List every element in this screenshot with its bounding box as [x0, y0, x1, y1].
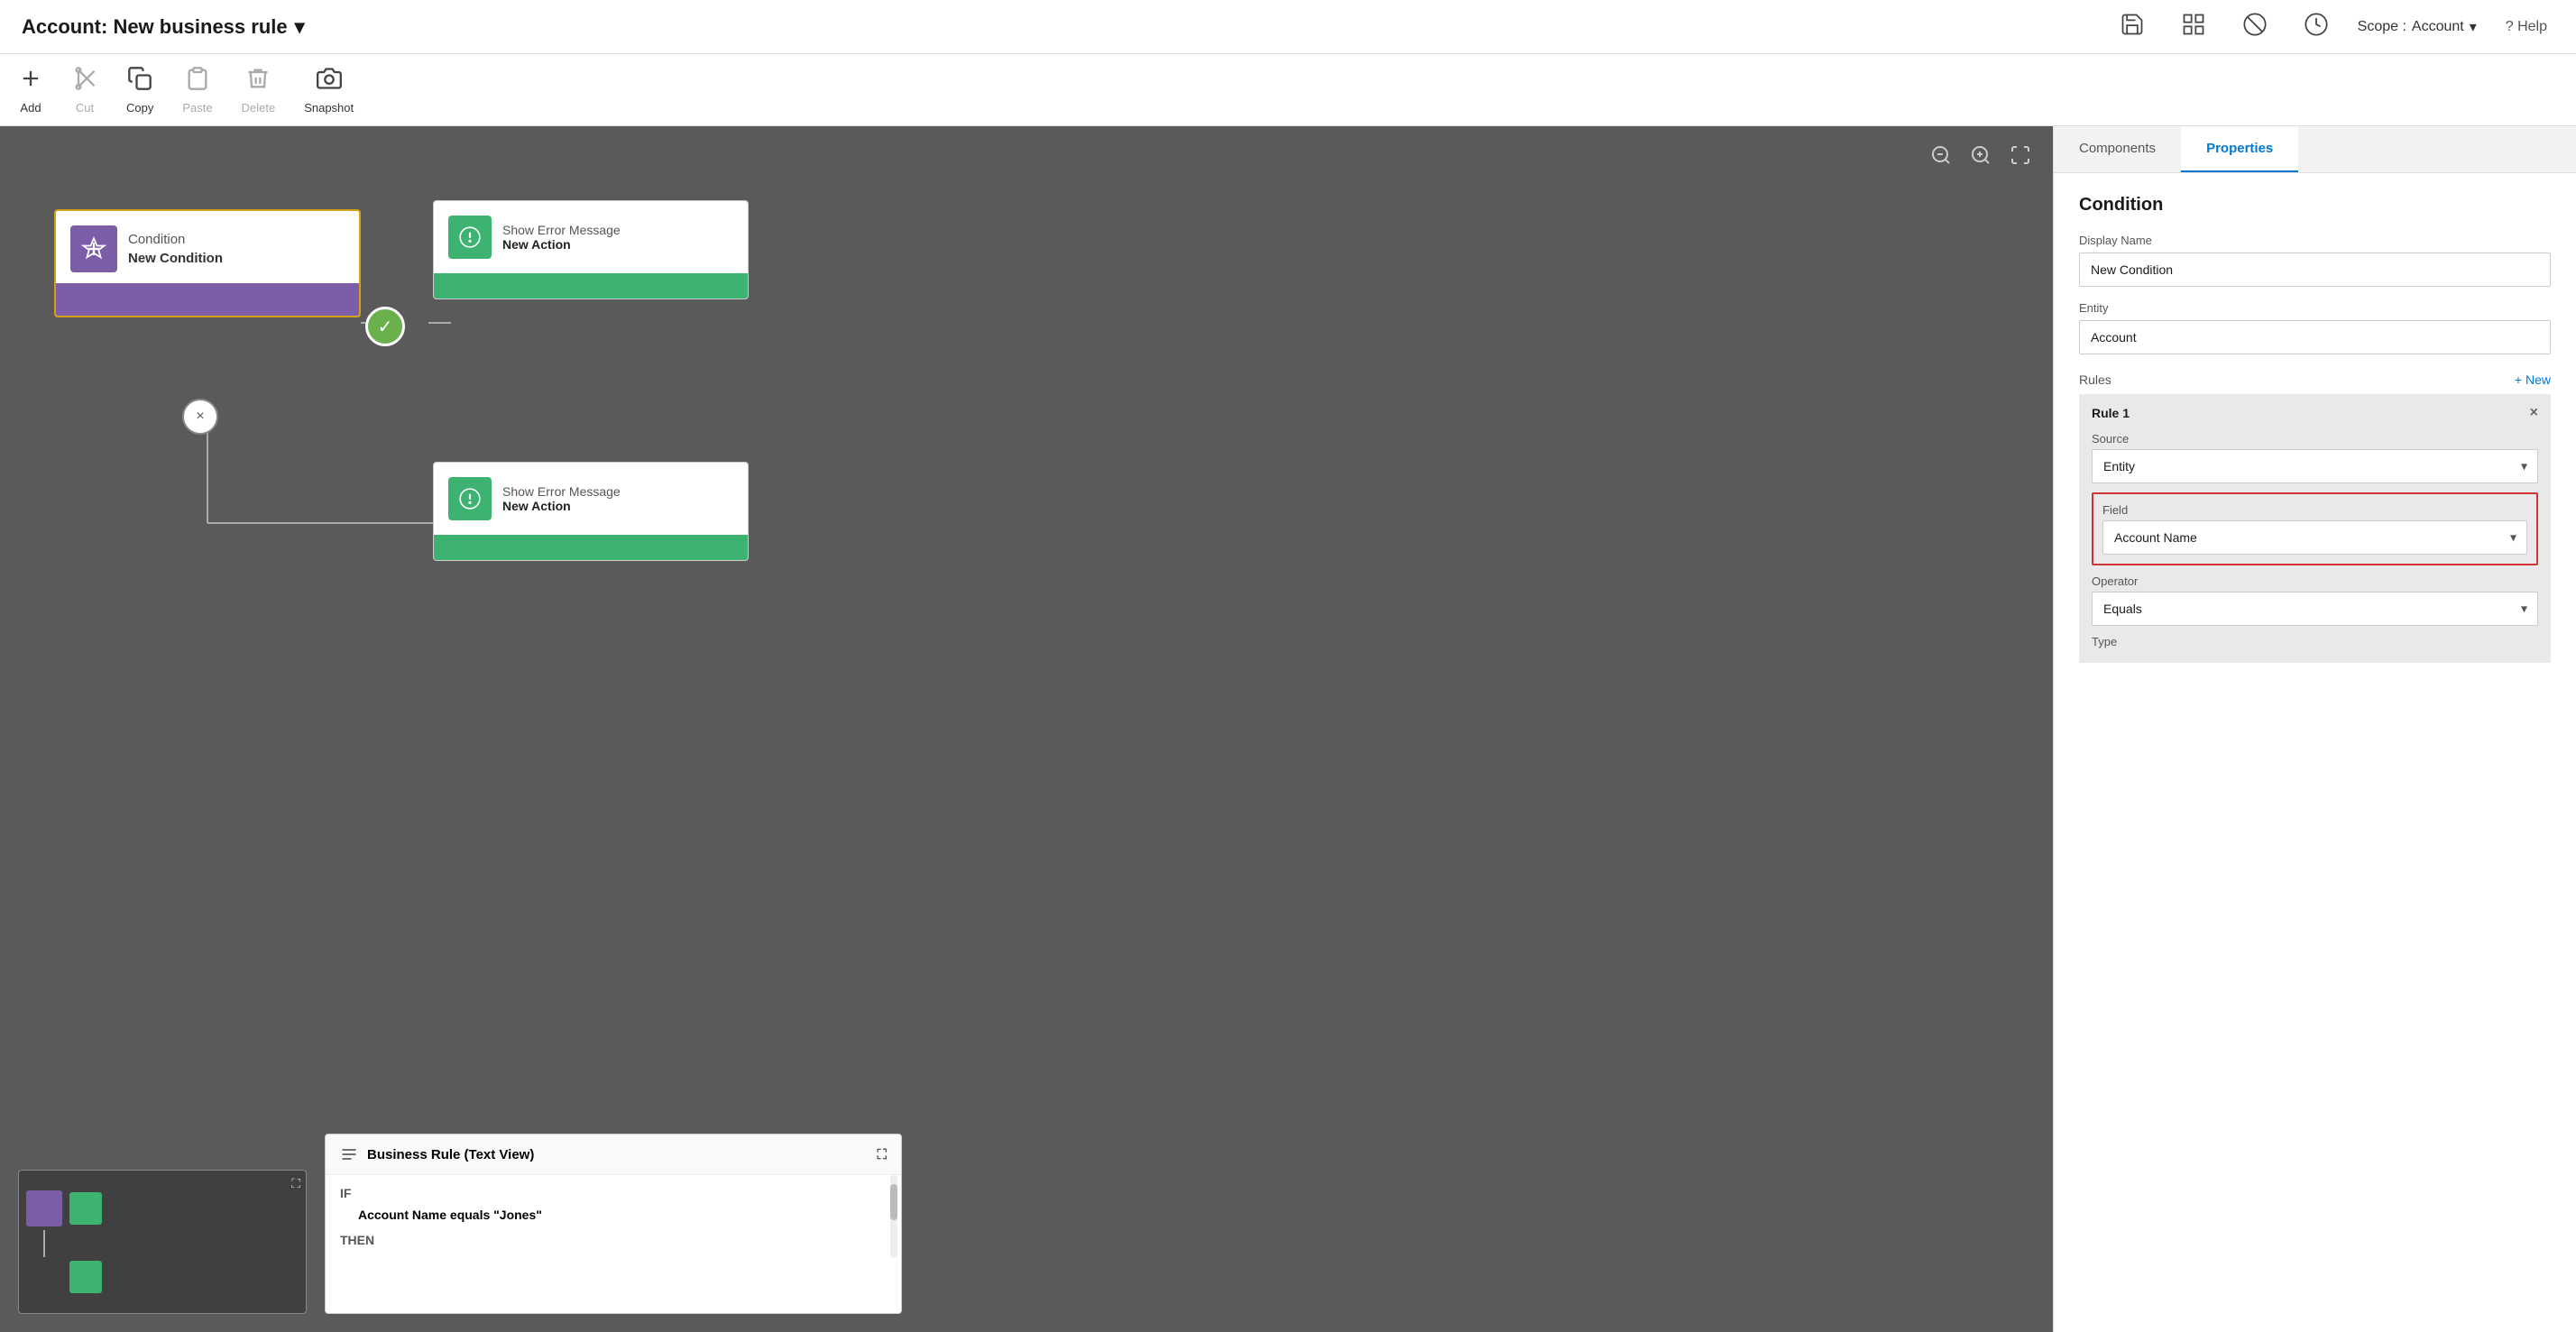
field-label-inner: Field	[2102, 503, 2527, 517]
canvas-area[interactable]: Condition New Condition ✓ ×	[0, 126, 2053, 1332]
if-label: IF	[340, 1186, 351, 1200]
save-icon[interactable]	[2112, 8, 2152, 45]
copy-icon	[127, 66, 152, 97]
cut-icon	[72, 66, 97, 97]
condition-node[interactable]: Condition New Condition	[54, 209, 361, 317]
action-node-top-header: Show Error Message New Action	[434, 201, 748, 273]
type-label: Type	[2092, 635, 2538, 648]
source-label: Source	[2092, 432, 2538, 446]
mini-map-expand-icon[interactable]: ⛶	[291, 1176, 300, 1191]
help-button[interactable]: ? Help	[2498, 15, 2554, 39]
condition-icon	[70, 225, 117, 272]
right-panel: Components Properties Condition Display …	[2053, 126, 2576, 1332]
mini-map: ⛶	[18, 1170, 307, 1314]
operator-label: Operator	[2092, 574, 2538, 588]
manage-icon[interactable]	[2174, 8, 2213, 45]
scope-label: Scope :	[2358, 19, 2406, 35]
close-circle[interactable]: ×	[182, 399, 218, 435]
condition-type: Condition	[128, 230, 223, 249]
new-rule-link[interactable]: + New	[2515, 372, 2551, 387]
text-view-header: Business Rule (Text View) ⛶	[326, 1134, 901, 1175]
action-top-icon	[448, 216, 492, 259]
rules-header: Rules + New	[2079, 372, 2551, 387]
title-bar-left: Account: New business rule ▾	[22, 15, 305, 39]
rule-text: Account Name equals "Jones"	[358, 1208, 542, 1222]
mini-action-top	[69, 1192, 102, 1225]
condition-text: Condition New Condition	[128, 230, 223, 268]
title-bar-right: Scope : Account ▾ ? Help	[2112, 8, 2554, 45]
entity-label: Entity	[2079, 301, 2551, 315]
source-select[interactable]: Entity Value Formula	[2092, 449, 2538, 483]
snapshot-icon	[317, 66, 342, 97]
panel-content: Condition Display Name Entity Rules + Ne…	[2054, 173, 2576, 1332]
history-icon[interactable]	[2296, 8, 2336, 45]
add-button[interactable]: Add	[18, 66, 43, 115]
snapshot-button[interactable]: Snapshot	[304, 66, 354, 115]
rule-card-header: Rule 1 ×	[2092, 405, 2538, 421]
copy-button[interactable]: Copy	[126, 66, 153, 115]
tab-components[interactable]: Components	[2054, 126, 2181, 172]
check-circle: ✓	[365, 307, 405, 346]
deactivate-icon[interactable]	[2235, 8, 2275, 45]
action-bottom-icon	[448, 477, 492, 520]
action-top-type: Show Error Message	[502, 223, 621, 237]
action-node-top[interactable]: Show Error Message New Action	[433, 200, 749, 299]
condition-node-header: Condition New Condition	[56, 211, 359, 283]
rules-label: Rules	[2079, 372, 2111, 387]
zoom-out-button[interactable]	[1927, 141, 1955, 175]
display-name-input[interactable]	[2079, 253, 2551, 287]
paste-button[interactable]: Paste	[182, 66, 212, 115]
cut-button[interactable]: Cut	[72, 66, 97, 115]
field-highlighted-section: Field Account Name Account Number Email	[2092, 492, 2538, 565]
condition-node-bar	[56, 283, 359, 316]
rule-close-button[interactable]: ×	[2530, 405, 2538, 421]
action-top-text: Show Error Message New Action	[502, 223, 621, 252]
action-top-name: New Action	[502, 237, 621, 252]
scope-area[interactable]: Scope : Account ▾	[2358, 18, 2477, 36]
source-select-wrapper: Entity Value Formula	[2092, 449, 2538, 483]
text-view-panel: Business Rule (Text View) ⛶ IF Account N…	[325, 1134, 902, 1314]
then-label: THEN	[340, 1233, 374, 1247]
rule-label: Rule 1	[2092, 406, 2130, 420]
action-top-bar	[434, 273, 748, 299]
action-bottom-bar	[434, 535, 748, 560]
entity-input[interactable]	[2079, 320, 2551, 354]
title-bar: Account: New business rule ▾ Scope : Acc…	[0, 0, 2576, 54]
title-dropdown-icon[interactable]: ▾	[295, 15, 305, 39]
action-bottom-name: New Action	[502, 499, 621, 513]
page-title: Account: New business rule	[22, 15, 288, 39]
field-select[interactable]: Account Name Account Number Email	[2102, 520, 2527, 555]
text-view-body: IF Account Name equals "Jones" THEN	[326, 1175, 901, 1258]
zoom-in-button[interactable]	[1966, 141, 1995, 175]
operator-select[interactable]: Equals Does Not Equal Contains Greater T…	[2092, 592, 2538, 626]
delete-icon	[245, 66, 271, 97]
action-bottom-text: Show Error Message New Action	[502, 484, 621, 513]
action-node-bottom[interactable]: Show Error Message New Action	[433, 462, 749, 561]
mini-action-bottom	[69, 1261, 102, 1293]
text-view-expand-icon[interactable]: ⛶	[877, 1147, 887, 1162]
mini-connector	[43, 1230, 45, 1257]
paste-icon	[185, 66, 210, 97]
rule-card: Rule 1 × Source Entity Value Formula Fie…	[2079, 394, 2551, 663]
mini-condition	[26, 1190, 62, 1226]
scope-value: Account	[2412, 19, 2464, 35]
delete-button[interactable]: Delete	[242, 66, 276, 115]
tab-properties[interactable]: Properties	[2181, 126, 2298, 172]
panel-section-title: Condition	[2079, 195, 2551, 216]
right-panel-tabs: Components Properties	[2054, 126, 2576, 173]
scope-dropdown-icon[interactable]: ▾	[2470, 18, 2477, 36]
action-bottom-type: Show Error Message	[502, 484, 621, 499]
canvas-toolbar	[1927, 141, 2035, 175]
text-view-title: Business Rule (Text View)	[367, 1147, 534, 1162]
display-name-label: Display Name	[2079, 234, 2551, 247]
operator-select-wrapper: Equals Does Not Equal Contains Greater T…	[2092, 592, 2538, 626]
toolbar: Add Cut Copy Paste Delete Snapshot	[0, 54, 2576, 126]
fit-screen-button[interactable]	[2006, 141, 2035, 175]
action-node-bottom-header: Show Error Message New Action	[434, 463, 748, 535]
add-icon	[18, 66, 43, 97]
main-layout: Condition New Condition ✓ ×	[0, 126, 2576, 1332]
mini-map-inner	[26, 1190, 102, 1293]
condition-name: New Condition	[128, 249, 223, 268]
field-select-wrapper: Account Name Account Number Email	[2102, 520, 2527, 555]
